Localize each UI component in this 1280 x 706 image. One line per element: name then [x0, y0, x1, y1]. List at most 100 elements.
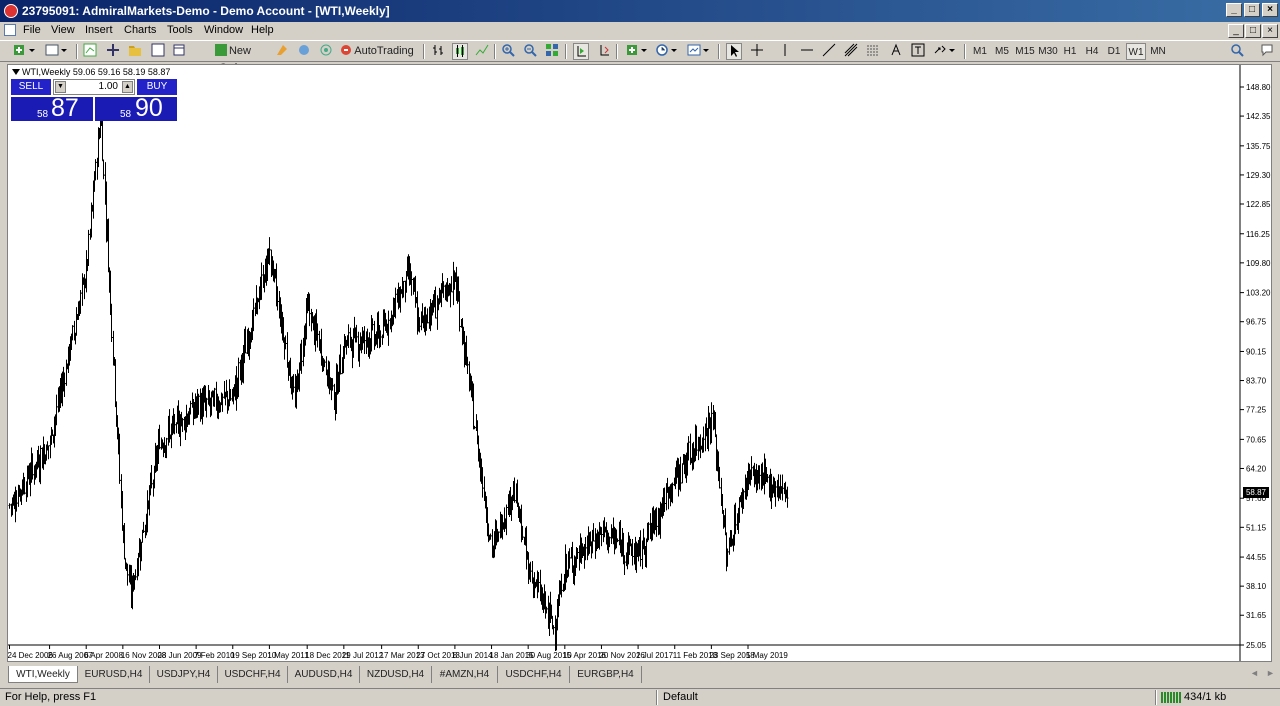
trendline-icon[interactable] — [821, 43, 837, 60]
candlestick-icon[interactable] — [452, 43, 468, 60]
tab-amzn[interactable]: #AMZN,H4 — [432, 666, 498, 683]
title-bar: 23795091: AdmiralMarkets-Demo - Demo Acc… — [0, 0, 1280, 22]
timeframe-m15[interactable]: M15 — [1014, 43, 1036, 60]
sell-price-button[interactable]: 58 87 — [11, 94, 93, 122]
tab-audusd[interactable]: AUDUSD,H4 — [288, 666, 360, 683]
market-icon[interactable] — [318, 43, 334, 60]
toolbar: New Order AutoTrading M1 M5 M15 M30 H1 H… — [0, 40, 1280, 74]
timeframe-m5[interactable]: M5 — [993, 43, 1011, 60]
timeframe-m30[interactable]: M30 — [1037, 43, 1059, 60]
tab-eurusd[interactable]: EURUSD,H4 — [78, 666, 150, 683]
close-button[interactable]: × — [1262, 3, 1278, 17]
periods-icon[interactable] — [654, 43, 680, 60]
timeframe-d1[interactable]: D1 — [1105, 43, 1123, 60]
sell-price-small: 58 — [37, 109, 49, 120]
menu-file[interactable]: File — [23, 24, 41, 36]
volume-down-icon[interactable]: ▼ — [55, 81, 66, 93]
cursor-icon[interactable] — [726, 43, 742, 60]
ohlc-bar — [102, 159, 105, 180]
sell-button[interactable]: SELL — [11, 79, 51, 95]
navigator-icon[interactable] — [127, 43, 143, 60]
horizontal-line-icon[interactable] — [799, 43, 815, 60]
line-chart-icon[interactable] — [474, 43, 490, 60]
symbol-line: WTI,Weekly 59.06 59.16 58.19 58.87 — [22, 67, 171, 77]
mdi-controls: _ □ × — [1228, 24, 1278, 38]
zoom-out-icon[interactable] — [522, 43, 538, 60]
buy-price-button[interactable]: 58 90 — [95, 94, 177, 122]
buy-price-small: 58 — [120, 109, 132, 120]
volume-up-icon[interactable]: ▲ — [122, 81, 133, 93]
data-window-icon[interactable] — [105, 43, 121, 60]
tab-scroll-left-icon[interactable]: ◄ — [1250, 668, 1259, 678]
maximize-button[interactable]: □ — [1244, 3, 1260, 17]
tab-usdjpy[interactable]: USDJPY,H4 — [150, 666, 218, 683]
x-tick-label: 5 May 2019 — [746, 651, 788, 660]
tab-wti-weekly[interactable]: WTI,Weekly — [8, 666, 78, 683]
equidistant-channel-icon[interactable] — [843, 43, 859, 60]
text-label-icon[interactable] — [910, 43, 926, 60]
x-tick-label: 6 Apr 2008 — [84, 651, 123, 660]
menu-tools[interactable]: Tools — [167, 24, 193, 36]
y-tick-label: 38.10 — [1246, 582, 1267, 591]
chat-icon[interactable] — [1259, 43, 1275, 60]
chart-shift-icon[interactable] — [596, 43, 612, 60]
timeframe-h1[interactable]: H1 — [1061, 43, 1079, 60]
buy-button[interactable]: BUY — [137, 79, 177, 95]
y-tick-label: 129.30 — [1246, 171, 1271, 180]
app-icon — [4, 4, 18, 18]
bar-chart-icon[interactable] — [430, 43, 446, 60]
y-tick-label: 122.85 — [1246, 200, 1271, 209]
fibonacci-icon[interactable] — [865, 43, 881, 60]
strategy-tester-icon[interactable] — [171, 43, 187, 60]
minimize-button[interactable]: _ — [1226, 3, 1242, 17]
search-icon[interactable] — [1229, 43, 1245, 60]
menu-help[interactable]: Help — [251, 24, 274, 36]
menu-insert[interactable]: Insert — [85, 24, 113, 36]
timeframe-h4[interactable]: H4 — [1083, 43, 1101, 60]
menu-view[interactable]: View — [51, 24, 75, 36]
text-icon[interactable] — [888, 43, 904, 60]
vertical-line-icon[interactable] — [777, 43, 793, 60]
mdi-restore-button[interactable]: □ — [1245, 24, 1261, 38]
profiles-icon[interactable] — [44, 43, 70, 60]
ohlc-bar — [121, 490, 124, 531]
crosshair-icon[interactable] — [749, 43, 765, 60]
new-chart-icon[interactable] — [12, 43, 38, 60]
market-watch-icon[interactable] — [82, 43, 98, 60]
ohlc-bar — [107, 218, 110, 273]
autotrading-button[interactable]: AutoTrading — [340, 43, 414, 60]
arrows-icon[interactable] — [932, 43, 958, 60]
ohlc-bar — [75, 307, 78, 336]
mdi-close-button[interactable]: × — [1262, 24, 1278, 38]
new-order-button[interactable]: New Order — [200, 43, 266, 74]
y-tick-label: 44.55 — [1246, 553, 1267, 562]
y-tick-label: 109.80 — [1246, 259, 1271, 268]
chart-area[interactable]: 148.80 142.35 135.75 129.30 122.85 116.25 109.… — [7, 64, 1272, 662]
tab-scroll-right-icon[interactable]: ► — [1266, 668, 1275, 678]
tab-nzdusd[interactable]: NZDUSD,H4 — [360, 666, 432, 683]
timeframe-m1[interactable]: M1 — [971, 43, 989, 60]
tab-eurgbp[interactable]: EURGBP,H4 — [570, 666, 642, 683]
status-bar: For Help, press F1 Default 434/1 kb — [0, 688, 1280, 706]
timeframe-mn[interactable]: MN — [1148, 43, 1168, 60]
signals-icon[interactable] — [296, 43, 312, 60]
chart-window-icon[interactable] — [4, 24, 16, 36]
tab-usdchf-2[interactable]: USDCHF,H4 — [498, 666, 570, 683]
terminal-icon[interactable] — [150, 43, 166, 60]
timeframe-w1[interactable]: W1 — [1126, 43, 1146, 60]
price-chart: 148.80 142.35 135.75 129.30 122.85 116.25 109.… — [8, 65, 1271, 661]
indicators-icon[interactable] — [624, 43, 650, 60]
volume-field[interactable]: ▼ 1.00 ▲ — [53, 79, 135, 95]
menu-window[interactable]: Window — [204, 24, 243, 36]
mdi-minimize-button[interactable]: _ — [1228, 24, 1244, 38]
y-tick-label: 148.80 — [1246, 83, 1271, 92]
metaeditor-icon[interactable] — [274, 43, 290, 60]
chart-menu-arrow-icon[interactable] — [12, 69, 20, 75]
tab-usdchf[interactable]: USDCHF,H4 — [218, 666, 288, 683]
menu-charts[interactable]: Charts — [124, 24, 156, 36]
templates-icon[interactable] — [686, 43, 712, 60]
tile-windows-icon[interactable] — [544, 43, 560, 60]
traffic-status: 434/1 kb — [1184, 691, 1227, 703]
auto-scroll-icon[interactable] — [573, 43, 589, 60]
zoom-in-icon[interactable] — [500, 43, 516, 60]
